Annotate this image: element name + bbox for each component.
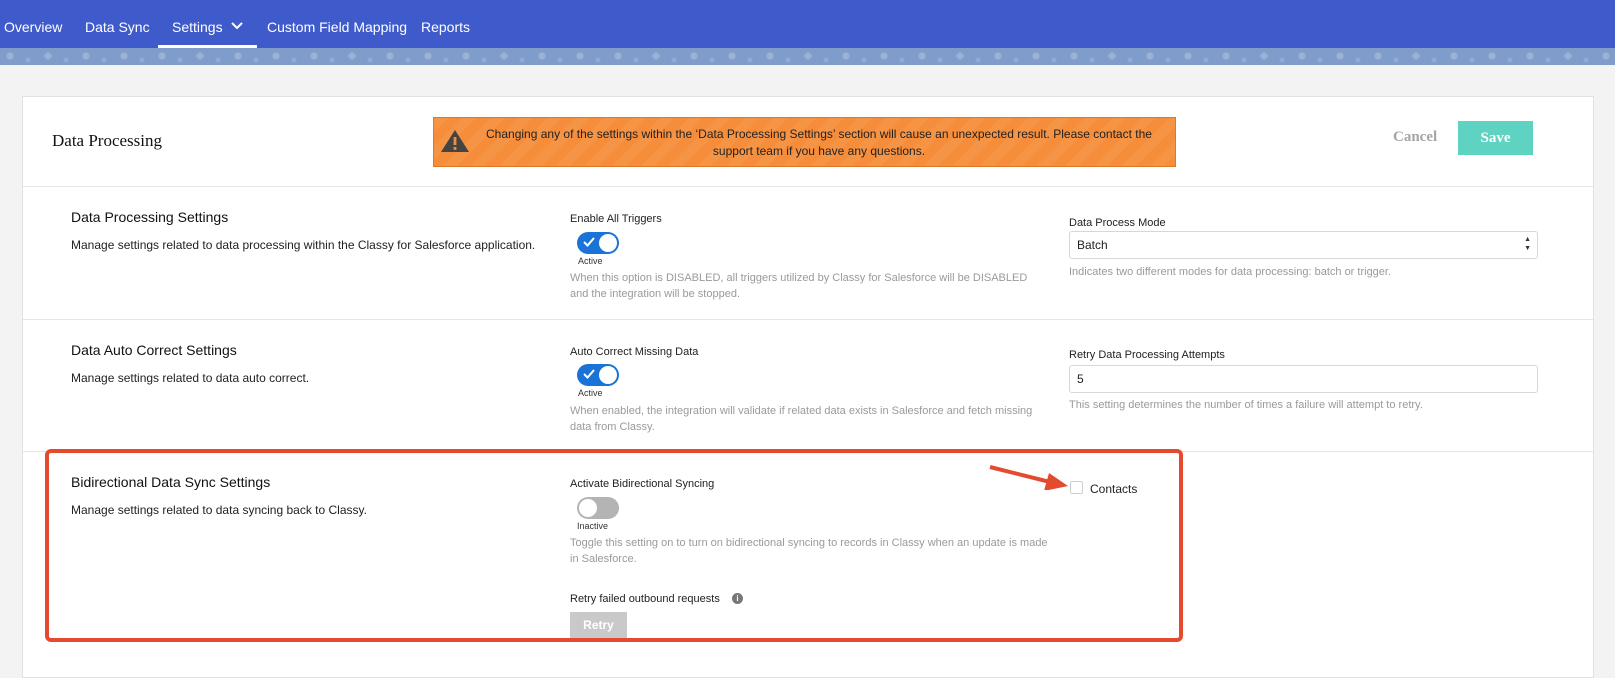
chevron-down-icon [230, 0, 243, 52]
header-pattern-band [0, 48, 1615, 65]
tab-custom-field-mapping[interactable]: Custom Field Mapping [267, 0, 407, 48]
enable-all-triggers-label: Enable All Triggers [570, 213, 662, 225]
auto-correct-label: Auto Correct Missing Data [570, 346, 699, 358]
retry-attempts-input[interactable]: 5 [1069, 365, 1538, 393]
divider [23, 186, 1593, 187]
red-arrow-icon [989, 465, 1068, 490]
info-icon[interactable]: i [732, 593, 743, 604]
save-button[interactable]: Save [1458, 121, 1533, 155]
contacts-checkbox[interactable] [1070, 481, 1083, 494]
enable-all-triggers-state: Active [578, 256, 603, 266]
bidirectional-section-description: Manage settings related to data syncing … [71, 503, 367, 517]
retry-outbound-label: Retry failed outbound requests [570, 593, 720, 605]
autocorrect-section-description: Manage settings related to data auto cor… [71, 371, 310, 385]
data-process-mode-help: Indicates two different modes for data p… [1069, 266, 1392, 278]
toggle-knob [579, 499, 597, 517]
auto-correct-help: When enabled, the integration will valid… [570, 405, 1033, 433]
toggle-knob [599, 234, 617, 252]
top-navigation: Overview Data Sync Settings Custom Field… [0, 0, 1615, 48]
enable-all-triggers-toggle[interactable] [577, 232, 619, 254]
check-icon [583, 237, 595, 247]
tab-settings-label: Settings [172, 19, 223, 35]
bidirectional-syncing-toggle[interactable] [577, 497, 619, 519]
divider [23, 319, 1593, 320]
tab-overview[interactable]: Overview [4, 0, 62, 48]
page-title: Data Processing [52, 131, 163, 150]
bidirectional-syncing-state: Inactive [577, 521, 609, 531]
warning-banner: Changing any of the settings within the … [433, 117, 1176, 167]
check-icon [583, 369, 595, 379]
autocorrect-section-title: Data Auto Correct Settings [71, 342, 237, 358]
tab-reports[interactable]: Reports [421, 0, 470, 48]
toggle-knob [599, 366, 617, 384]
data-process-mode-value: Batch [1077, 238, 1108, 252]
bidirectional-syncing-label: Activate Bidirectional Syncing [570, 478, 715, 490]
tab-settings[interactable]: Settings [158, 0, 257, 48]
warning-text: Changing any of the settings within the … [486, 127, 1152, 158]
bidirectional-section-title: Bidirectional Data Sync Settings [71, 474, 271, 490]
retry-button[interactable]: Retry [570, 612, 627, 638]
cancel-button[interactable]: Cancel [1393, 129, 1437, 146]
data-process-mode-select[interactable]: Batch ▲ ▼ [1069, 231, 1538, 259]
tab-data-sync[interactable]: Data Sync [85, 0, 150, 48]
processing-section-title: Data Processing Settings [71, 209, 229, 225]
auto-correct-toggle[interactable] [577, 364, 619, 386]
select-arrows-icon: ▲ ▼ [1524, 236, 1531, 252]
warning-icon [440, 129, 470, 158]
retry-attempts-help: This setting determines the number of ti… [1069, 399, 1423, 411]
data-process-mode-label: Data Process Mode [1069, 217, 1166, 229]
processing-section-description: Manage settings related to data processi… [71, 238, 536, 252]
retry-attempts-value: 5 [1077, 372, 1084, 386]
enable-all-triggers-help: When this option is DISABLED, all trigge… [570, 272, 1028, 300]
retry-attempts-label: Retry Data Processing Attempts [1069, 349, 1225, 361]
bidirectional-syncing-help: Toggle this setting on to turn on bidire… [570, 537, 1048, 565]
contacts-checkbox-label: Contacts [1090, 482, 1138, 496]
auto-correct-state: Active [578, 388, 603, 398]
settings-card: Data Processing Changing any of the sett… [22, 96, 1594, 678]
